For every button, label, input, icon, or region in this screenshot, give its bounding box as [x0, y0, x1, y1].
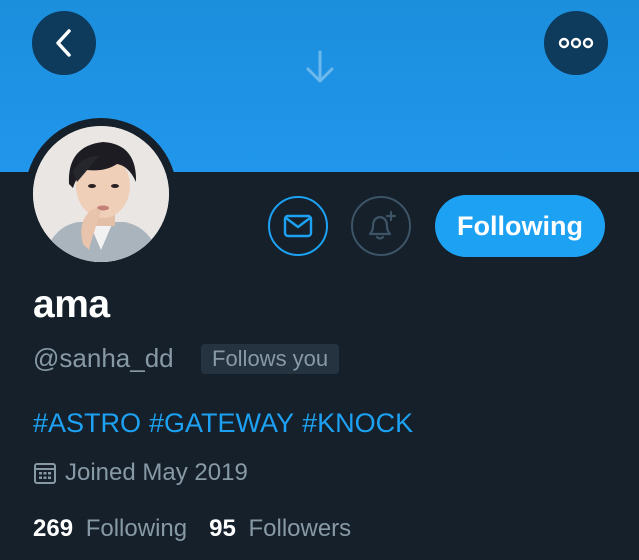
- username-handle: @sanha_dd: [33, 343, 174, 373]
- hashtag-link[interactable]: #ASTRO: [33, 408, 141, 438]
- calendar-icon: [34, 463, 56, 484]
- following-stat-link[interactable]: 269 Following: [33, 515, 187, 543]
- more-horizontal-icon: [558, 37, 594, 49]
- profile-stats: 269 Following 95 Followers: [33, 515, 373, 543]
- message-button[interactable]: [268, 196, 328, 256]
- more-options-button[interactable]: [544, 11, 608, 75]
- arrow-down-icon: [306, 50, 334, 83]
- followers-label: Followers: [248, 515, 352, 542]
- followers-count: 95: [209, 515, 236, 542]
- display-name: ama: [33, 283, 110, 326]
- joined-text: Joined May 2019: [65, 459, 248, 486]
- following-button[interactable]: Following: [435, 195, 605, 257]
- following-count: 269: [33, 515, 74, 542]
- hashtag-link[interactable]: #GATEWAY: [149, 408, 294, 438]
- following-label: Following: [85, 515, 188, 542]
- bell-plus-icon: [368, 210, 397, 240]
- avatar[interactable]: [33, 126, 169, 262]
- followers-stat-link[interactable]: 95 Followers: [209, 515, 351, 543]
- profile-page: Following ama @sanha_dd Follows you #AST…: [0, 0, 639, 560]
- hashtag-link[interactable]: #KNOCK: [302, 408, 413, 438]
- avatar-frame: [25, 118, 177, 270]
- envelope-icon: [283, 214, 313, 238]
- chevron-left-icon: [56, 29, 71, 57]
- joined-date: Joined May 2019: [33, 459, 248, 487]
- back-button[interactable]: [32, 11, 96, 75]
- profile-photo: [33, 126, 169, 262]
- follows-you-badge: Follows you: [201, 344, 340, 374]
- notifications-button[interactable]: [351, 196, 411, 256]
- profile-bio: #ASTRO #GATEWAY #KNOCK: [33, 408, 421, 439]
